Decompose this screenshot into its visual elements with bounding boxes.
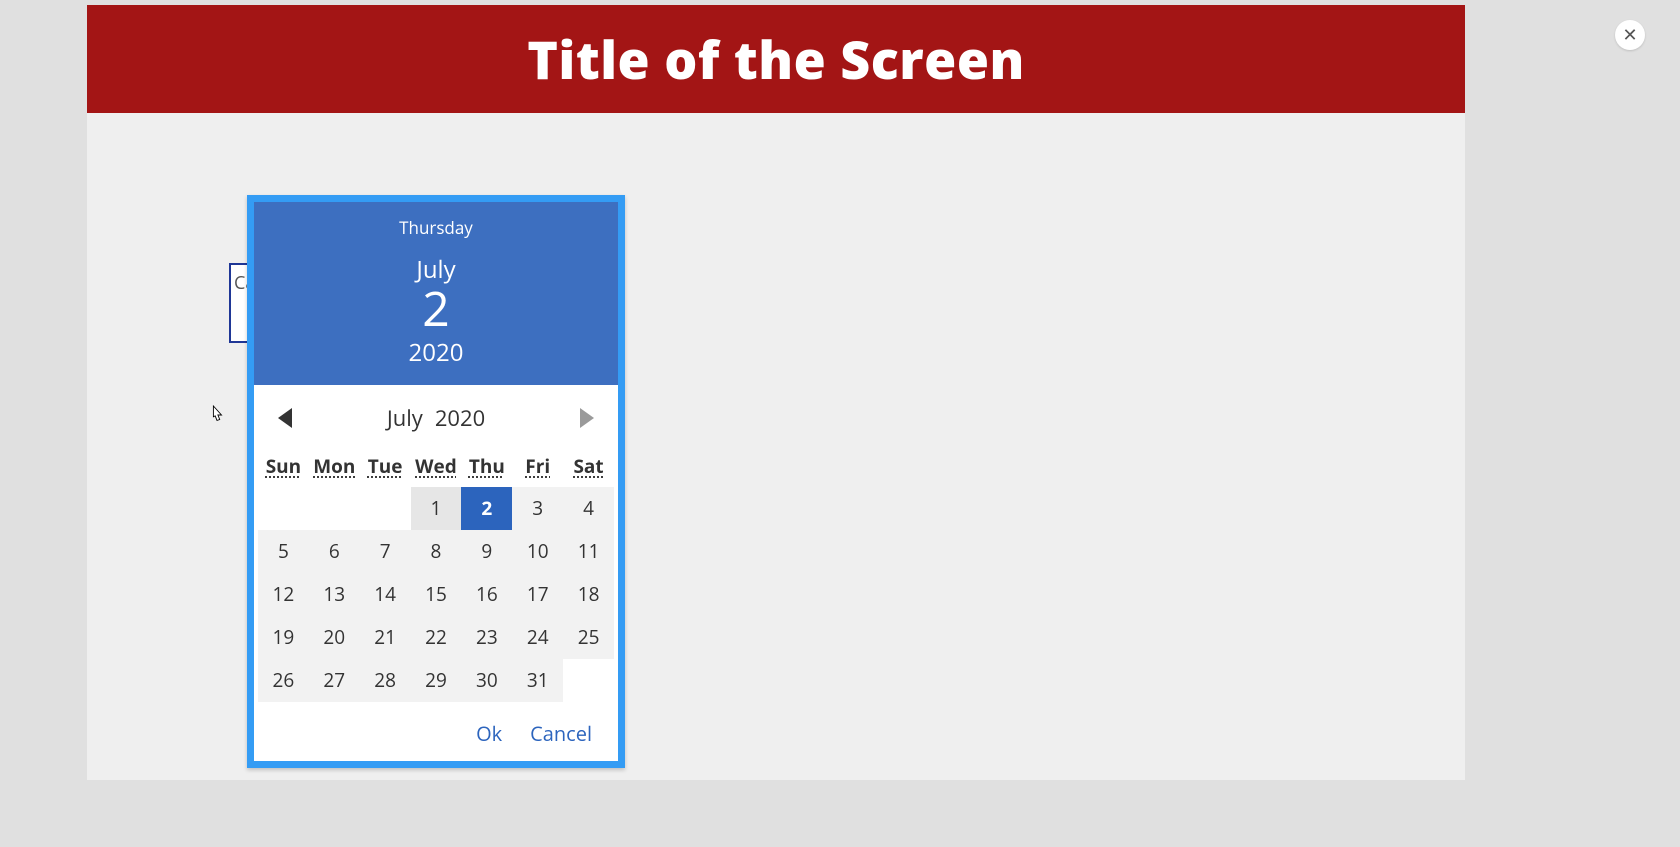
weekday-sat: Sat <box>563 443 614 487</box>
day-16[interactable]: 16 <box>461 573 512 616</box>
day-blank <box>563 659 614 702</box>
day-20[interactable]: 20 <box>309 616 360 659</box>
datepicker-header-day: 2 <box>254 284 618 334</box>
datepicker-week-row: 12131415161718 <box>258 573 614 616</box>
day-24[interactable]: 24 <box>512 616 563 659</box>
weekday-thu: Thu <box>461 443 512 487</box>
datepicker-header: Thursday July 2 2020 <box>254 202 618 385</box>
day-5[interactable]: 5 <box>258 530 309 573</box>
datepicker-popup: Thursday July 2 2020 July 2020 SunMonTueW… <box>247 195 625 768</box>
day-27[interactable]: 27 <box>309 659 360 702</box>
datepicker-grid: SunMonTueWedThuFriSat 123456789101112131… <box>254 443 618 706</box>
day-30[interactable]: 30 <box>461 659 512 702</box>
datepicker-week-row: 19202122232425 <box>258 616 614 659</box>
datepicker-week-row: 262728293031 <box>258 659 614 702</box>
day-13[interactable]: 13 <box>309 573 360 616</box>
modal-canvas: Title of the Screen Ca Thursday July 2 2… <box>87 5 1465 780</box>
day-18[interactable]: 18 <box>563 573 614 616</box>
ok-button[interactable]: Ok <box>476 720 502 747</box>
datepicker-nav-label[interactable]: July 2020 <box>387 403 485 433</box>
day-17[interactable]: 17 <box>512 573 563 616</box>
day-29[interactable]: 29 <box>411 659 462 702</box>
day-23[interactable]: 23 <box>461 616 512 659</box>
day-4[interactable]: 4 <box>563 487 614 530</box>
nav-month: July <box>387 403 423 433</box>
datepicker-weekday-row: SunMonTueWedThuFriSat <box>258 443 614 487</box>
day-14[interactable]: 14 <box>360 573 411 616</box>
weekday-sun: Sun <box>258 443 309 487</box>
day-blank <box>258 487 309 530</box>
weekday-mon: Mon <box>309 443 360 487</box>
day-26[interactable]: 26 <box>258 659 309 702</box>
day-25[interactable]: 25 <box>563 616 614 659</box>
datepicker-header-year: 2020 <box>254 336 618 369</box>
close-icon: ✕ <box>1622 23 1637 47</box>
day-10[interactable]: 10 <box>512 530 563 573</box>
day-blank <box>309 487 360 530</box>
day-blank <box>360 487 411 530</box>
day-28[interactable]: 28 <box>360 659 411 702</box>
day-3[interactable]: 3 <box>512 487 563 530</box>
day-19[interactable]: 19 <box>258 616 309 659</box>
day-9[interactable]: 9 <box>461 530 512 573</box>
day-15[interactable]: 15 <box>411 573 462 616</box>
header-bar: Title of the Screen <box>87 5 1465 113</box>
prev-month-button[interactable] <box>278 408 292 428</box>
nav-year: 2020 <box>435 403 485 433</box>
datepicker-nav: July 2020 <box>254 385 618 443</box>
day-21[interactable]: 21 <box>360 616 411 659</box>
page-title: Title of the Screen <box>527 24 1025 95</box>
next-month-button[interactable] <box>580 408 594 428</box>
cancel-button[interactable]: Cancel <box>530 720 592 747</box>
datepicker-days: 1234567891011121314151617181920212223242… <box>258 487 614 702</box>
datepicker-header-dow: Thursday <box>254 216 618 239</box>
datepicker-week-row: 567891011 <box>258 530 614 573</box>
weekday-wed: Wed <box>411 443 462 487</box>
day-31[interactable]: 31 <box>512 659 563 702</box>
datepicker-week-row: 1234 <box>258 487 614 530</box>
day-22[interactable]: 22 <box>411 616 462 659</box>
day-7[interactable]: 7 <box>360 530 411 573</box>
day-8[interactable]: 8 <box>411 530 462 573</box>
day-2[interactable]: 2 <box>461 487 512 530</box>
weekday-fri: Fri <box>512 443 563 487</box>
datepicker-actions: Ok Cancel <box>254 706 618 761</box>
day-6[interactable]: 6 <box>309 530 360 573</box>
day-12[interactable]: 12 <box>258 573 309 616</box>
day-11[interactable]: 11 <box>563 530 614 573</box>
weekday-tue: Tue <box>360 443 411 487</box>
day-1[interactable]: 1 <box>411 487 462 530</box>
close-button[interactable]: ✕ <box>1615 20 1645 50</box>
